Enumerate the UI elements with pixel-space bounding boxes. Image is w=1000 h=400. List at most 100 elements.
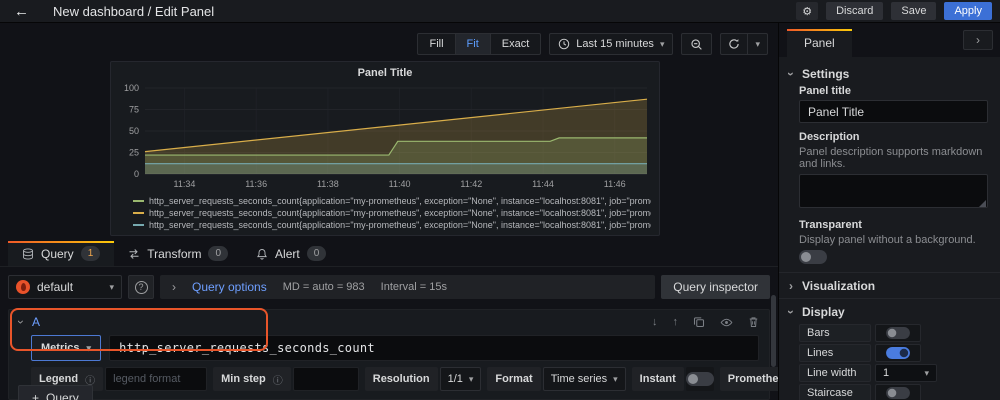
gear-icon: ⚙ [802,5,812,18]
tab-label: Query [41,247,74,261]
line-width-select[interactable]: 1▾ [875,364,937,382]
tab-alert[interactable]: Alert 0 [242,241,340,266]
save-button[interactable]: Save [891,2,936,20]
query-options-link[interactable]: Query options [192,280,267,294]
display-row-label: Staircase [799,384,871,400]
pane-size-segment-group: Fill Fit Exact [417,33,541,55]
legend-color-dash [133,212,144,214]
editor-scrollbar[interactable] [771,295,776,367]
chevron-right-icon: › [976,34,980,46]
display-row-label: Bars [799,324,871,342]
query-ref-id: A [32,315,40,329]
panel-settings-gear-button[interactable]: ⚙ [796,2,818,20]
legend-item[interactable]: http_server_requests_seconds_count{appli… [133,207,651,219]
preview-toolbar: Fill Fit Exact Last 15 minutes ▾ ▾ [417,33,768,55]
back-arrow-icon[interactable]: ← [8,4,35,19]
tab-label: Alert [275,247,300,261]
fit-size-option[interactable]: Fit [456,34,491,54]
tab-query[interactable]: Query 1 [8,241,114,266]
display-options-rows: BarsLinesLine width1▾StaircaseArea fill1… [789,324,988,400]
description-label: Description [799,131,988,143]
promql-expression-input[interactable]: http_server_requests_seconds_count [109,335,759,361]
display-row-line-width: Line width1▾ [799,364,988,382]
legend-item[interactable]: http_server_requests_seconds_count{appli… [133,219,651,231]
visualization-section-header[interactable]: › Visualization [779,272,1000,298]
transparent-hint: Display panel without a background. [799,234,988,246]
tab-panel[interactable]: Panel [787,29,852,57]
refresh-interval-dropdown[interactable]: ▾ [748,34,767,54]
fill-size-option[interactable]: Fill [418,34,455,54]
prometheus-help-chip: Prometheusⓘ [720,367,778,391]
legend-item[interactable]: http_server_requests_seconds_count{appli… [133,195,651,207]
datasource-picker[interactable]: default ▾ [8,275,122,299]
top-navigation-bar: ← New dashboard / Edit Panel ⚙ Discard S… [0,0,1000,23]
legend-series-name: http_server_requests_seconds_count{appli… [149,195,651,207]
sidebar-tab-bar: Panel › [779,23,1000,57]
min-step-input[interactable] [293,367,359,391]
delete-query-trash-icon[interactable] [748,316,759,328]
metrics-dropdown-button[interactable]: Metrics ▾ [31,335,101,361]
toggle-cell [875,324,921,342]
move-query-up-icon[interactable]: ↑ [673,316,679,328]
datasource-help-button[interactable]: ? [128,275,154,299]
max-data-points-value: MD = auto = 983 [283,281,365,293]
tab-count-badge: 0 [307,246,327,261]
description-field: Description Panel description supports m… [799,131,988,211]
zoom-out-time-button[interactable] [681,33,712,55]
refresh-button[interactable] [721,34,748,54]
refresh-icon [728,38,740,50]
tab-transform[interactable]: Transform0 [114,241,242,266]
svg-text:11:36: 11:36 [245,179,267,189]
legend-format-input[interactable] [105,367,207,391]
move-query-down-icon[interactable]: ↓ [652,316,658,328]
time-range-label: Last 15 minutes [576,38,654,50]
help-icon: ? [135,281,148,294]
legend-color-dash [133,200,144,202]
transform-icon [128,248,140,260]
tab-count-badge: 1 [81,246,101,261]
exact-size-option[interactable]: Exact [491,34,541,54]
lines-toggle[interactable] [886,347,910,359]
query-inspector-button[interactable]: Query inspector [661,275,770,299]
time-range-picker[interactable]: Last 15 minutes ▾ [549,33,673,55]
time-series-chart[interactable]: 11:3411:3611:3811:4011:4211:4411:4602550… [119,82,653,192]
svg-text:25: 25 [129,148,139,158]
breadcrumb: New dashboard / Edit Panel [53,4,214,19]
transparent-field: Transparent Display panel without a back… [799,219,988,264]
transparent-toggle[interactable] [799,250,827,264]
duplicate-query-icon[interactable] [693,316,705,328]
magnifier-minus-icon [690,38,703,51]
instant-toggle[interactable] [686,372,714,386]
panel-title-input[interactable] [799,100,988,123]
collapse-sidebar-button[interactable]: › [963,30,993,50]
bars-toggle[interactable] [886,327,910,339]
instant-field-label: Instant [632,367,684,391]
staircase-toggle[interactable] [886,387,910,399]
display-section-header[interactable]: › Display [779,298,1000,324]
query-header[interactable]: › A ↓ ↑ [9,310,769,334]
apply-button[interactable]: Apply [944,2,992,20]
info-icon: ⓘ [273,372,283,387]
toggle-cell [875,344,921,362]
add-query-button[interactable]: + Query [18,385,93,400]
query-options-row: Legendⓘ Min stepⓘ Resolution 1/1▾ Format… [31,367,759,391]
query-card-a: › A ↓ ↑ Metrics ▾ http_server_requests_s… [8,309,770,400]
discard-button[interactable]: Discard [826,2,883,20]
edit-panel-left-pane: Fill Fit Exact Last 15 minutes ▾ ▾ Panel… [0,23,778,400]
display-row-bars: Bars [799,324,988,342]
format-field-label: Format [487,367,540,391]
description-textarea[interactable] [799,174,988,208]
resolution-select[interactable]: 1/1▾ [440,367,482,391]
format-select[interactable]: Time series▾ [543,367,626,391]
resize-grip-icon[interactable] [979,200,986,207]
tab-label: Transform [147,247,201,261]
chevron-down-icon: ▾ [87,343,92,354]
chevron-down-icon: ▾ [613,374,618,385]
resolution-field-label: Resolution [365,367,438,391]
description-hint: Panel description supports markdown and … [799,146,988,170]
disable-query-eye-icon[interactable] [720,316,733,329]
bell-icon [256,248,268,260]
settings-section-header[interactable]: › Settings [789,63,988,85]
collapse-chevron-icon[interactable]: › [15,320,27,324]
refresh-button-group: ▾ [720,33,768,55]
